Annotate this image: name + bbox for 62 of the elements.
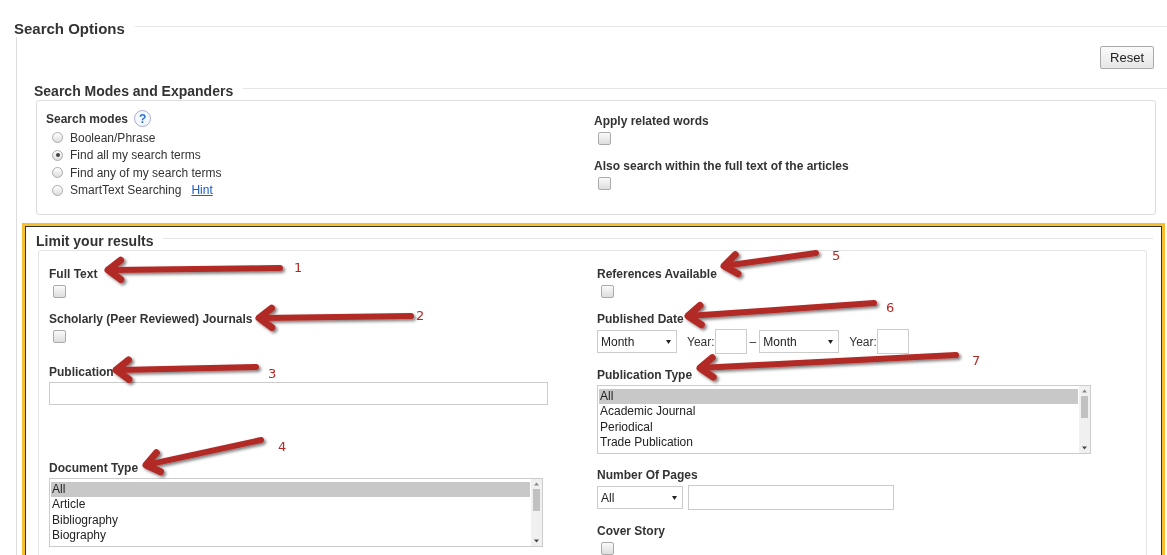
section-title: Limit your results (36, 233, 154, 249)
option-label: SmartText Searching (70, 183, 182, 198)
annotation-number: 5 (832, 248, 841, 263)
list-box[interactable]: All Academic Journal Periodical Trade Publication (597, 385, 1091, 454)
month-dropdown[interactable]: Month (597, 330, 677, 353)
month-dropdown[interactable]: Month (759, 330, 840, 353)
year-label: Year: (849, 334, 877, 349)
field-label: References Available (597, 267, 717, 281)
field-label: Full Text (49, 267, 98, 281)
year-field[interactable] (876, 329, 909, 354)
list-option[interactable]: All (599, 389, 1078, 405)
radio-button[interactable] (52, 167, 63, 179)
list-option[interactable]: Article (51, 497, 530, 513)
checkbox[interactable] (598, 132, 611, 145)
input-field[interactable] (49, 382, 548, 405)
radio-button[interactable] (52, 132, 63, 144)
radio-button[interactable] (52, 149, 63, 161)
field-label: Also search within the full text of the articles (594, 159, 849, 173)
field-label: Number Of Pages (597, 468, 698, 482)
checkbox[interactable] (601, 542, 614, 555)
field-label: Publication (49, 365, 114, 379)
year-field[interactable] (714, 329, 747, 354)
radio-button[interactable] (52, 184, 63, 196)
caret-icon (672, 495, 677, 500)
checkbox[interactable] (53, 285, 66, 298)
list-box[interactable]: All Article Bibliography Biography (49, 478, 543, 547)
option-label: Boolean/Phrase (70, 130, 156, 145)
checkbox[interactable] (53, 330, 66, 343)
field-label: Search modes (46, 111, 129, 126)
year-label: Year: (687, 334, 715, 349)
annotation-number: 1 (294, 260, 303, 275)
field-label: Publication Type (597, 368, 693, 382)
range-dash: – (749, 334, 757, 349)
list-option[interactable]: Trade Publication (599, 434, 1078, 451)
pages-dropdown[interactable]: All (597, 486, 683, 509)
hint-link[interactable]: Hint (191, 183, 213, 198)
help-button[interactable]: ? (134, 110, 152, 127)
section-title: Search Modes and Expanders (34, 83, 234, 99)
field-label: Document Type (49, 461, 139, 475)
field-label: Published Date (597, 312, 684, 326)
annotation-number: 4 (278, 439, 287, 454)
field-label: Scholarly (Peer Reviewed) Journals (49, 312, 253, 326)
list-option[interactable]: Periodical (599, 419, 1078, 435)
annotation-number: 2 (416, 308, 425, 323)
option-label: Find all my search terms (70, 148, 201, 163)
list-option[interactable]: Academic Journal (599, 404, 1078, 420)
field-label: Apply related words (594, 114, 709, 128)
annotation-number: 3 (268, 366, 277, 381)
option-label: Find any of my search terms (70, 165, 222, 180)
list-option[interactable]: Bibliography (51, 512, 530, 528)
annotation-number: 6 (886, 300, 895, 315)
field-label: Cover Story (597, 524, 666, 538)
input-field[interactable] (688, 485, 894, 510)
section-title: Search Options (14, 20, 125, 37)
checkbox[interactable] (598, 177, 611, 190)
checkbox[interactable] (601, 285, 614, 298)
annotation-number: 7 (972, 353, 981, 368)
caret-icon (828, 339, 834, 344)
reset-button[interactable]: Reset (1100, 46, 1154, 69)
list-option[interactable]: Biography (51, 527, 530, 544)
list-option[interactable]: All (51, 482, 530, 498)
caret-icon (666, 339, 671, 344)
